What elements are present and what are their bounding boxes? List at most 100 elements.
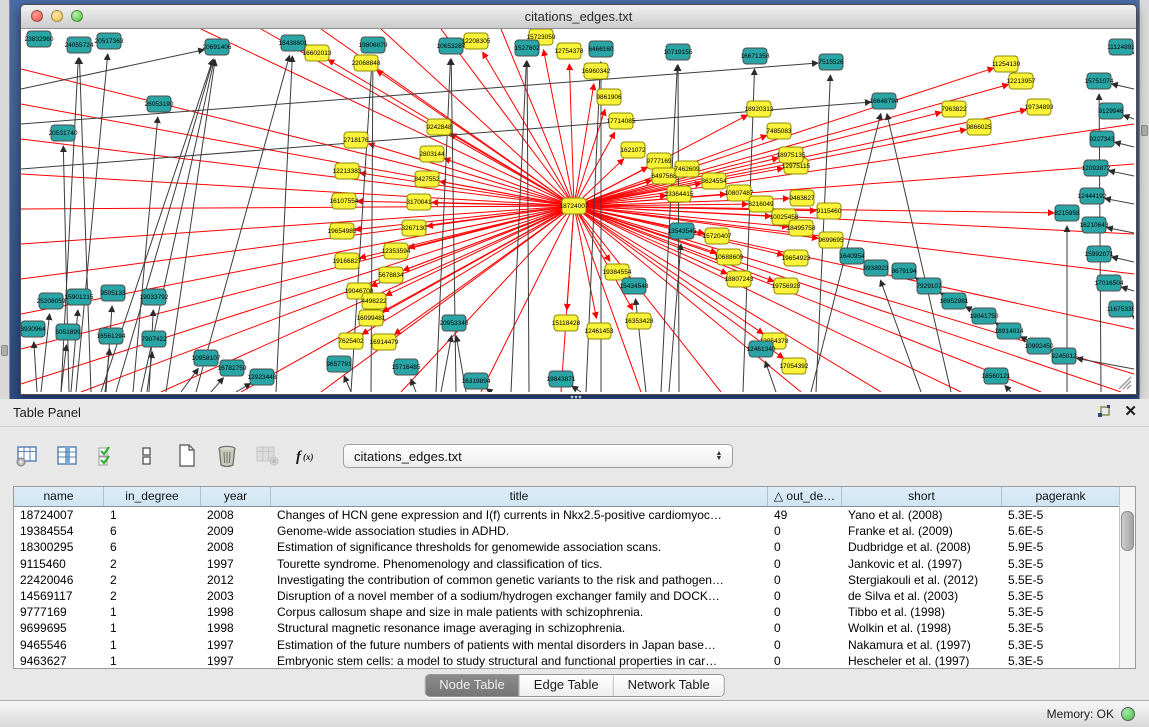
graph-node[interactable]: 12461340: [747, 341, 776, 357]
graph-node[interactable]: 20691406: [203, 39, 232, 55]
graph-node[interactable]: 19843871: [547, 371, 576, 387]
import-table-icon[interactable]: [253, 443, 280, 470]
graph-node[interactable]: 9115460: [817, 203, 842, 219]
graph-node[interactable]: 16960342: [582, 63, 611, 79]
graph-node[interactable]: 12093872: [1082, 160, 1111, 176]
graph-node[interactable]: 9129946: [1098, 103, 1124, 119]
graph-node[interactable]: 18807243: [725, 271, 754, 287]
graph-node[interactable]: 9861906: [596, 89, 622, 105]
graph-node[interactable]: 7963822: [941, 101, 967, 117]
graph-node[interactable]: 7462609: [674, 161, 700, 177]
graph-node[interactable]: 12444192: [1078, 188, 1107, 204]
graph-node[interactable]: 15720407: [703, 228, 732, 244]
graph-node[interactable]: 7907422: [141, 331, 167, 347]
graph-node[interactable]: 19033792: [140, 289, 169, 305]
column-header-name[interactable]: name: [14, 487, 104, 506]
table-row[interactable]: 1830029562008Estimation of significance …: [14, 539, 1135, 555]
graph-node[interactable]: 11124892: [1107, 39, 1134, 55]
graph-node[interactable]: 11254139: [992, 56, 1021, 72]
graph-node[interactable]: 4498222: [361, 293, 387, 309]
graph-node[interactable]: 12213383: [333, 163, 362, 179]
minimize-button[interactable]: [51, 10, 63, 22]
graph-node[interactable]: 20953346: [440, 315, 469, 331]
graph-node[interactable]: 16353428: [625, 313, 654, 329]
table-row[interactable]: 977716911998Corpus callosum shape and si…: [14, 604, 1135, 620]
canvas-resize-grip[interactable]: [1119, 377, 1131, 389]
graph-node[interactable]: 12353594: [382, 243, 411, 259]
graph-node[interactable]: 5051899: [55, 324, 81, 340]
graph-node[interactable]: 6497568: [651, 168, 677, 184]
left-panel-edge[interactable]: [0, 0, 10, 399]
graph-node[interactable]: 9227343: [1089, 131, 1115, 147]
graph-node[interactable]: 10958107: [192, 350, 221, 366]
graph-node[interactable]: 16914479: [370, 334, 399, 350]
graph-node[interactable]: 9699695: [818, 232, 844, 248]
graph-node[interactable]: 18975135: [777, 147, 806, 163]
graph-node[interactable]: 18438601: [279, 35, 308, 51]
table-row[interactable]: 946362711997Embryonic stem cells: a mode…: [14, 653, 1135, 669]
graph-node[interactable]: 19734893: [1025, 99, 1054, 115]
graph-node[interactable]: 10653287: [437, 38, 466, 54]
graph-node[interactable]: 15434548: [620, 278, 649, 294]
column-chooser-icon[interactable]: [53, 443, 80, 470]
graph-node[interactable]: 19654985: [328, 223, 357, 239]
table-settings-icon[interactable]: [13, 443, 40, 470]
table-row[interactable]: 1938455462009Genome-wide association stu…: [14, 523, 1135, 539]
graph-node[interactable]: 6216049: [748, 196, 774, 212]
column-header-short[interactable]: short: [842, 487, 1002, 506]
graph-node[interactable]: 25206059: [37, 293, 66, 309]
graph-node[interactable]: 2803144: [419, 146, 445, 162]
graph-node[interactable]: 7929107: [916, 278, 942, 294]
close-panel-icon[interactable]: ✕: [1124, 404, 1137, 419]
graph-node[interactable]: 18495758: [787, 220, 816, 236]
graph-node[interactable]: 19041750: [970, 308, 999, 324]
graph-node[interactable]: 6466160: [588, 41, 614, 57]
delete-table-icon[interactable]: [213, 443, 240, 470]
graph-node[interactable]: 15992071: [1085, 246, 1114, 262]
graph-node[interactable]: 11675330: [1107, 301, 1134, 317]
network-canvas[interactable]: 2718176122133831610755419654985191668271…: [21, 29, 1134, 392]
graph-node[interactable]: 16107554: [330, 193, 359, 209]
graph-node[interactable]: 24055724: [65, 37, 94, 53]
graph-node[interactable]: 9242848: [426, 119, 452, 135]
graph-node[interactable]: 2718176: [343, 132, 369, 148]
table-row[interactable]: 1456911722003Disruption of a novel membe…: [14, 588, 1135, 604]
graph-node[interactable]: 16648794: [870, 93, 899, 109]
graph-node[interactable]: 10719155: [664, 44, 693, 60]
graph-node[interactable]: 12754378: [555, 43, 584, 59]
graph-node[interactable]: 16671358: [741, 48, 770, 64]
graph-node[interactable]: 7485083: [766, 123, 792, 139]
graph-node[interactable]: 10688609: [715, 249, 744, 265]
graph-node[interactable]: 1527602: [514, 40, 540, 56]
graph-node[interactable]: 26053190: [145, 96, 174, 112]
graph-node[interactable]: 3624554: [701, 173, 727, 189]
graph-node[interactable]: 12461453: [585, 323, 614, 339]
graph-node[interactable]: 18914014: [995, 323, 1024, 339]
left-panel-grip-icon[interactable]: [1, 345, 8, 356]
graph-node[interactable]: 8679194: [891, 263, 917, 279]
row-selection-icon[interactable]: [93, 443, 120, 470]
zoom-button[interactable]: [71, 10, 83, 22]
column-header-in_degree[interactable]: in_degree: [104, 487, 201, 506]
graph-node[interactable]: 3267130: [401, 220, 427, 236]
graph-node[interactable]: 8938923: [863, 260, 889, 276]
graph-node[interactable]: 9463627: [789, 190, 815, 206]
graph-node[interactable]: 3930964: [21, 321, 46, 337]
table-row[interactable]: 911546021997Tourette syndrome. Phenomeno…: [14, 556, 1135, 572]
graph-node[interactable]: 15751074: [1085, 73, 1114, 89]
graph-node[interactable]: 12213957: [1007, 73, 1036, 89]
column-header-out_de[interactable]: △ out_de…: [768, 487, 842, 506]
graph-node[interactable]: 20517363: [95, 33, 124, 49]
scrollbar-thumb[interactable]: [1121, 511, 1134, 551]
graph-node[interactable]: 16782759: [218, 360, 247, 376]
graph-node[interactable]: 18560121: [982, 368, 1011, 384]
graph-node[interactable]: 9245012: [1051, 348, 1077, 364]
graph-node[interactable]: 9777169: [646, 153, 672, 169]
row-height-icon[interactable]: [133, 443, 160, 470]
graph-node[interactable]: 12923448: [248, 369, 277, 385]
graph-node[interactable]: 13543545: [668, 223, 697, 239]
graph-node[interactable]: 15716485: [392, 359, 421, 375]
graph-node[interactable]: 19756928: [772, 278, 801, 294]
table-row[interactable]: 969969511998Structural magnetic resonanc…: [14, 620, 1135, 636]
graph-node[interactable]: 9866025: [966, 119, 992, 135]
